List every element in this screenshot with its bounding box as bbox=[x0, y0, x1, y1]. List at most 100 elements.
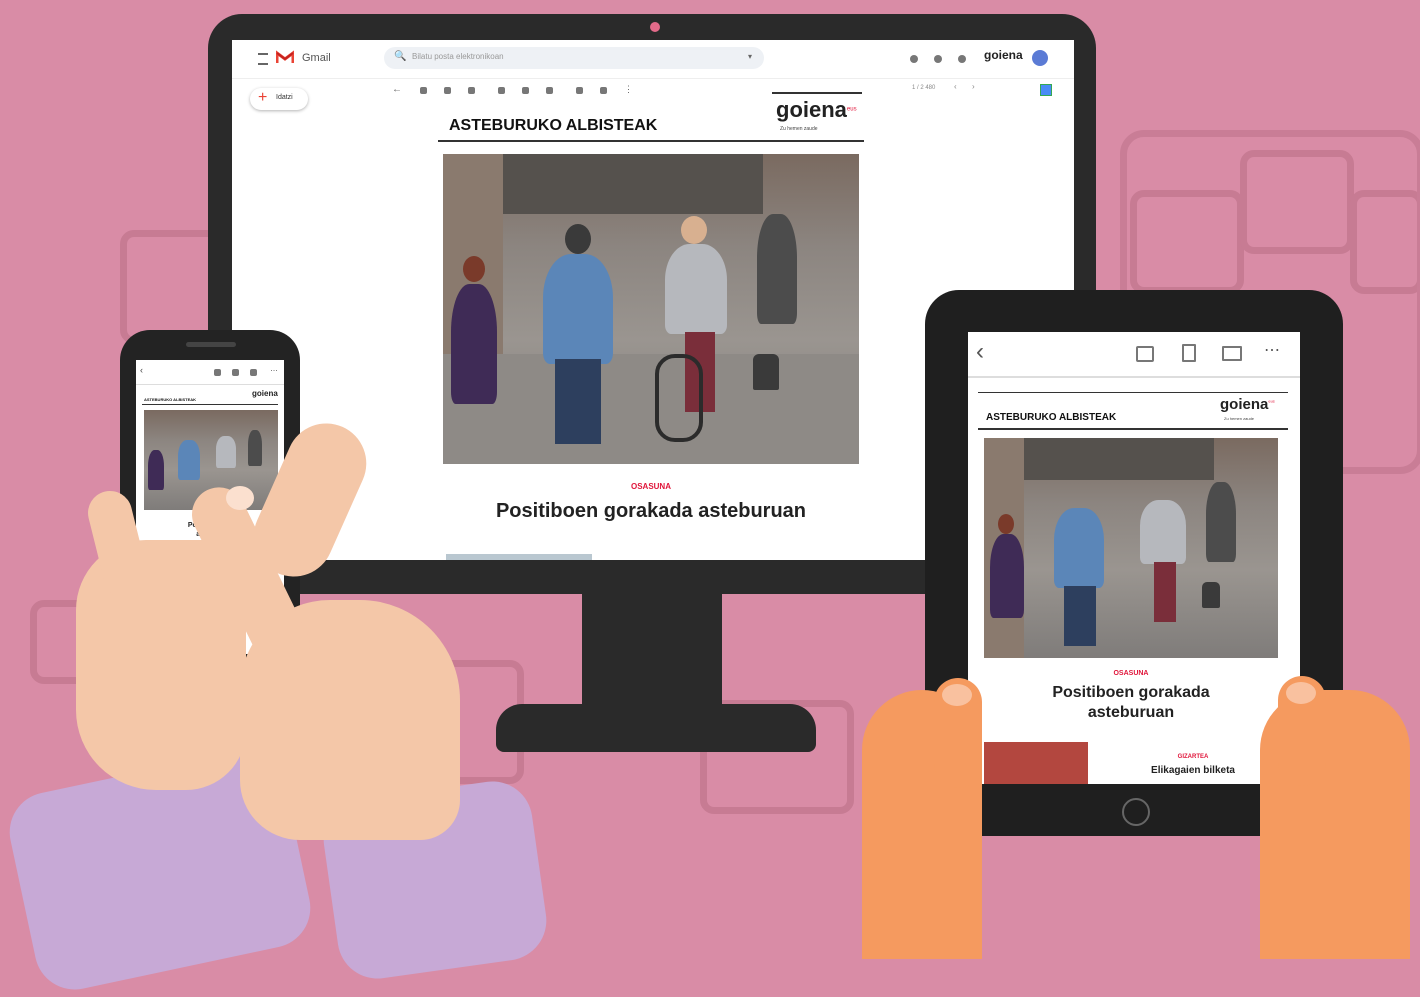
person-blue-shirt bbox=[1054, 508, 1104, 588]
more-options-icon[interactable]: ⋮ bbox=[624, 84, 633, 95]
compose-button[interactable]: + Idatzi bbox=[250, 88, 308, 110]
phone-archive-icon[interactable] bbox=[214, 369, 221, 376]
newsletter-header-rule bbox=[438, 140, 864, 142]
person-red-trousers bbox=[1154, 562, 1176, 622]
person-blue-shirt bbox=[178, 440, 200, 480]
add-task-icon[interactable] bbox=[546, 87, 553, 94]
move-to-icon[interactable] bbox=[576, 87, 583, 94]
person-grey-hoodie bbox=[1140, 500, 1186, 564]
settings-icon[interactable] bbox=[934, 55, 942, 63]
bollard bbox=[1202, 582, 1220, 608]
pagination-text: 1 / 2 480 bbox=[912, 85, 936, 91]
article-kicker: OSASUNA bbox=[630, 482, 671, 491]
back-arrow-icon[interactable]: ← bbox=[392, 84, 402, 95]
person-head bbox=[565, 224, 591, 254]
tablet-logo-sup: eus bbox=[1268, 398, 1275, 404]
search-icon: 🔍 bbox=[394, 51, 407, 62]
phone-mail-icon[interactable] bbox=[250, 369, 257, 376]
newsletter-logo-sup: eus bbox=[846, 106, 857, 113]
photo-pavement bbox=[443, 354, 859, 464]
tablet-back-icon[interactable]: ‹ bbox=[976, 338, 984, 366]
prev-page-icon[interactable]: ‹ bbox=[954, 82, 957, 91]
apps-icon[interactable] bbox=[958, 55, 966, 63]
tablet-screen: ‹ ⋯ ASTEBURUKO ALBISTEAK goienaeus Zu he… bbox=[968, 332, 1300, 784]
delete-icon[interactable] bbox=[468, 87, 475, 94]
person-dark-coat bbox=[1206, 482, 1236, 562]
person-head bbox=[998, 514, 1014, 534]
gmail-app-name: Gmail bbox=[302, 52, 331, 64]
person-dark-coat bbox=[757, 214, 797, 324]
gmail-top-bar: Gmail 🔍 Bilatu posta elektronikoan ▾ goi… bbox=[232, 40, 1074, 79]
next-page-icon[interactable]: › bbox=[972, 82, 975, 91]
tablet-article-headline-line2[interactable]: asteburuan bbox=[984, 704, 1278, 722]
monitor-stand-neck bbox=[582, 592, 722, 710]
tablet-delete-icon[interactable] bbox=[1182, 344, 1196, 362]
fingernail bbox=[942, 684, 972, 706]
search-input[interactable]: 🔍 Bilatu posta elektronikoan ▾ bbox=[384, 47, 764, 69]
phone-toolbar: ‹ … bbox=[136, 360, 284, 385]
photo-storefront bbox=[503, 154, 763, 214]
next-article-thumbnail[interactable] bbox=[446, 554, 592, 560]
monitor-camera bbox=[650, 22, 660, 32]
tablet-article-kicker: OSASUNA bbox=[1113, 670, 1149, 677]
tablet-logo-tagline: Zu hemen zaude bbox=[1224, 416, 1255, 421]
person-head bbox=[681, 216, 707, 244]
person-plaid bbox=[990, 534, 1024, 618]
newsletter-logo: goienaeus bbox=[776, 97, 857, 123]
person-dark-coat bbox=[248, 430, 262, 466]
tablet-header-rule bbox=[978, 428, 1288, 430]
tablet-toolbar: ‹ ⋯ bbox=[968, 332, 1300, 378]
phone-newsletter-title: ASTEBURUKO ALBISTEAK bbox=[144, 397, 197, 402]
bicycle bbox=[655, 354, 703, 442]
labels-icon[interactable] bbox=[600, 87, 607, 94]
tablet-home-button[interactable] bbox=[1122, 798, 1150, 826]
mark-unread-icon[interactable] bbox=[498, 87, 505, 94]
person-plaid bbox=[148, 450, 164, 490]
fingernail bbox=[226, 486, 254, 510]
tablet-news-photo[interactable] bbox=[984, 438, 1278, 658]
gmail-logo-icon bbox=[275, 50, 295, 64]
person-head bbox=[463, 256, 485, 282]
phone-delete-icon[interactable] bbox=[232, 369, 239, 376]
person-grey-hoodie bbox=[665, 244, 727, 334]
tablet-newsletter-title: ASTEBURUKO ALBISTEAK bbox=[986, 412, 1117, 423]
tablet-archive-icon[interactable] bbox=[1136, 346, 1154, 362]
calendar-addon-icon[interactable] bbox=[1040, 84, 1052, 96]
tablet-logo: goienaeus bbox=[1220, 396, 1275, 414]
search-options-icon[interactable]: ▾ bbox=[748, 52, 752, 61]
newsletter-top-rule bbox=[772, 92, 862, 94]
newsletter-logo-tagline: Zu hemen zaude bbox=[780, 126, 818, 132]
tablet-second-article-thumb[interactable] bbox=[984, 742, 1088, 784]
mail-toolbar: ← ⋮ bbox=[392, 84, 633, 96]
newsletter-header-title: ASTEBURUKO ALBISTEAK bbox=[449, 117, 658, 134]
search-placeholder: Bilatu posta elektronikoan bbox=[412, 52, 504, 61]
menu-icon[interactable] bbox=[258, 53, 268, 65]
fingernail bbox=[1286, 682, 1316, 704]
newsletter-logo-text: goiena bbox=[776, 97, 847, 122]
help-icon[interactable] bbox=[910, 55, 918, 63]
tablet-second-headline[interactable]: Elikagaien bilketa bbox=[1118, 765, 1268, 776]
archive-icon[interactable] bbox=[420, 87, 427, 94]
person-blue-shirt bbox=[543, 254, 613, 364]
person-plaid bbox=[451, 284, 497, 404]
compose-label: Idatzi bbox=[276, 94, 293, 101]
phone-more-icon[interactable]: … bbox=[270, 364, 278, 373]
tablet-top-rule bbox=[978, 392, 1288, 393]
report-spam-icon[interactable] bbox=[444, 87, 451, 94]
news-photo[interactable] bbox=[443, 154, 859, 464]
tablet-logo-text: goiena bbox=[1220, 396, 1269, 413]
tablet-article-headline-line1[interactable]: Positiboen gorakada bbox=[984, 684, 1278, 702]
snooze-icon[interactable] bbox=[522, 87, 529, 94]
tablet-second-kicker: GIZARTEA bbox=[1177, 754, 1209, 760]
tablet-more-icon[interactable]: ⋯ bbox=[1264, 340, 1280, 360]
tablet-mail-icon[interactable] bbox=[1222, 346, 1242, 361]
photo-storefront bbox=[1024, 438, 1214, 480]
bollard bbox=[753, 354, 779, 390]
article-headline[interactable]: Positiboen gorakada asteburuan bbox=[443, 500, 859, 523]
account-brand-logo: goiena bbox=[984, 48, 1023, 62]
avatar[interactable] bbox=[1032, 50, 1048, 66]
phone-header-rule bbox=[142, 404, 278, 405]
phone-back-icon[interactable]: ‹ bbox=[140, 365, 143, 375]
person-jeans bbox=[1064, 586, 1096, 646]
plus-icon: + bbox=[258, 89, 268, 106]
